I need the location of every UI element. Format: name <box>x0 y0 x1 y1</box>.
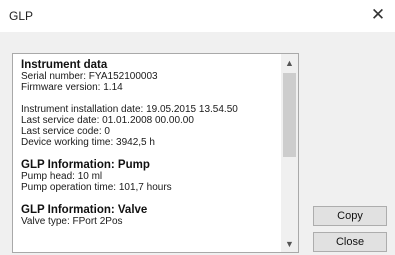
pump-operation-time-line: Pump operation time: 101,7 hours <box>21 182 172 193</box>
window-title: GLP <box>9 9 34 23</box>
firmware-version-line: Firmware version: 1.14 <box>21 82 123 93</box>
last-service-date-line: Last service date: 01.01.2008 00.00.00 <box>21 115 194 126</box>
last-service-code-line: Last service code: 0 <box>21 126 110 137</box>
scrollbar-thumb[interactable] <box>283 73 296 157</box>
section-heading-pump: GLP Information: Pump <box>21 159 150 171</box>
pump-head-line: Pump head: 10 ml <box>21 171 103 182</box>
valve-type-line: Valve type: FPort 2Pos <box>21 216 123 227</box>
close-button[interactable]: Close <box>313 232 387 252</box>
dialog-client-area: Instrument data Serial number: FYA152100… <box>0 32 395 255</box>
section-heading-instrument: Instrument data <box>21 59 108 71</box>
glp-info-content: Instrument data Serial number: FYA152100… <box>21 59 276 227</box>
glp-info-textbox[interactable]: Instrument data Serial number: FYA152100… <box>12 53 299 253</box>
scroll-up-icon[interactable]: ▲ <box>281 54 298 71</box>
installation-date-line: Instrument installation date: 19.05.2015… <box>21 104 238 115</box>
scroll-down-icon[interactable]: ▼ <box>281 235 298 252</box>
working-time-line: Device working time: 3942,5 h <box>21 137 155 148</box>
serial-number-line: Serial number: FYA152100003 <box>21 71 158 82</box>
title-bar: GLP ✕ <box>0 0 395 32</box>
vertical-scrollbar[interactable]: ▲ ▼ <box>281 54 298 252</box>
window-close-icon[interactable]: ✕ <box>367 4 389 26</box>
copy-button[interactable]: Copy <box>313 206 387 226</box>
section-heading-valve: GLP Information: Valve <box>21 204 148 216</box>
